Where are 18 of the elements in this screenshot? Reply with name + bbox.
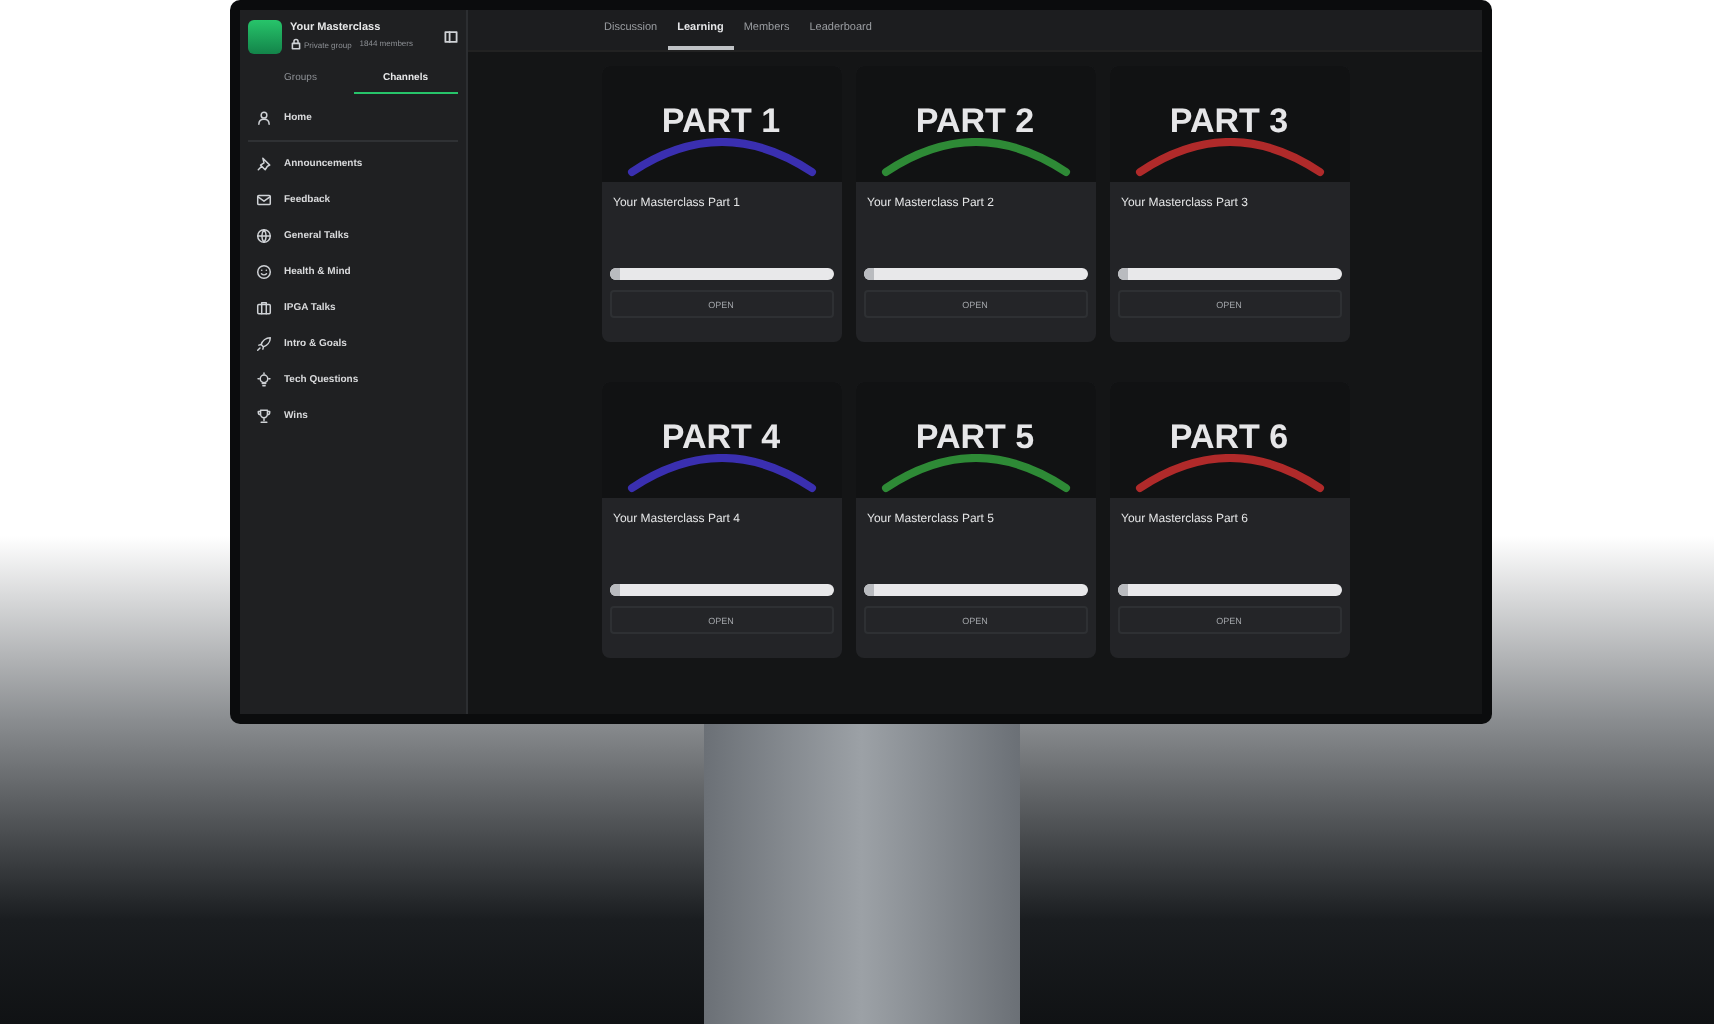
thumbnail-title: PART 5 [915,418,1035,458]
thumbnail-title: PART 3 [1169,102,1289,142]
globe-icon [256,228,272,244]
person-icon [256,109,272,125]
rocket-icon [256,336,272,352]
lightbulb-icon [256,372,272,388]
mail-icon [256,192,272,208]
group-avatar [248,19,282,53]
thumbnail-title: PART 6 [1169,418,1289,458]
thumbnail-title: PART 2 [915,102,1035,142]
lock-icon [290,38,302,50]
pin-icon [256,156,272,172]
thumbnail-title: PART 4 [661,418,781,458]
trophy-icon [256,408,272,424]
briefcase-icon [256,300,272,316]
collapse-button[interactable] [442,28,458,44]
smiley-icon [256,264,272,280]
thumbnail-title: PART 1 [661,102,781,142]
